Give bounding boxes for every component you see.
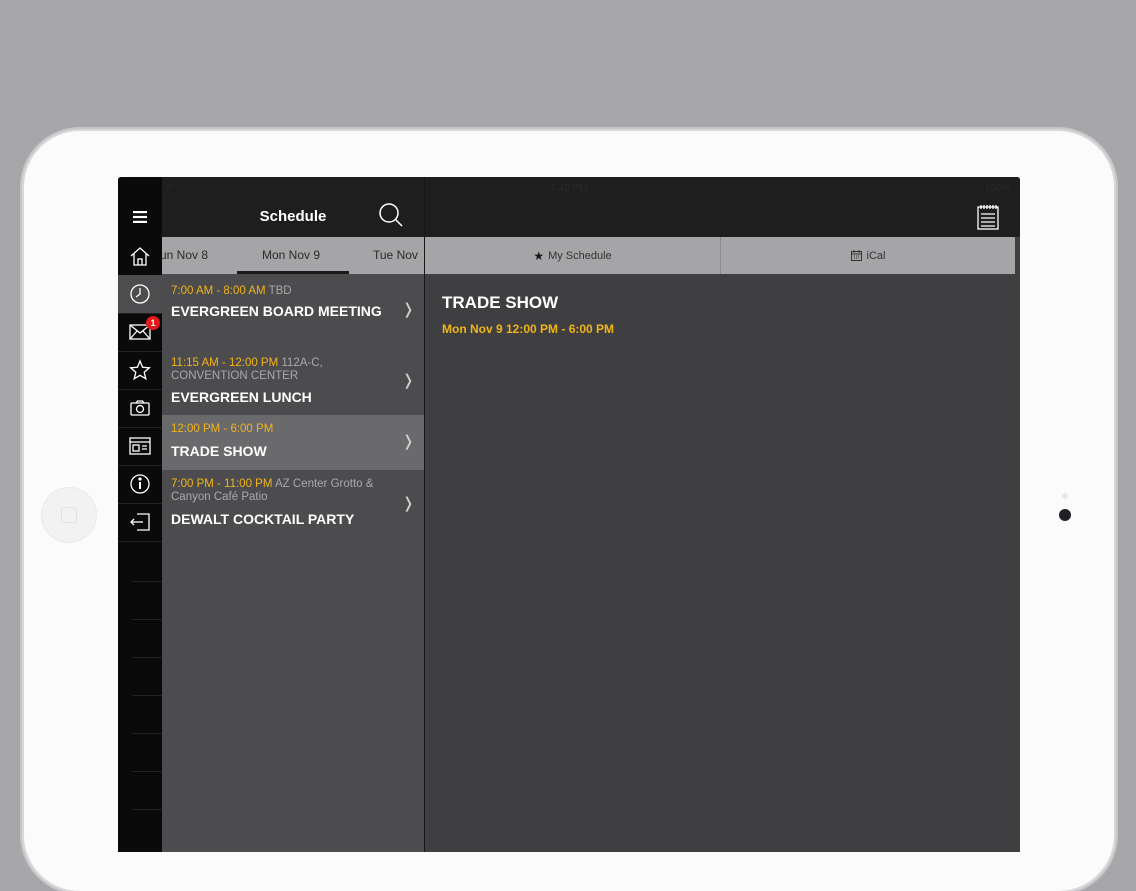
camera-icon[interactable] — [118, 389, 162, 428]
mail-icon[interactable]: 1 — [118, 313, 162, 352]
info-icon[interactable] — [118, 465, 162, 504]
tab-my-schedule[interactable]: ★ My Schedule — [425, 237, 720, 274]
rail-divider — [132, 771, 162, 772]
event-location: TBD — [268, 285, 292, 297]
list-item-selected[interactable]: 12:00 PM - 6:00 PM TRADE SHOW ❭ — [162, 415, 424, 470]
event-title: TRADE SHOW — [171, 443, 267, 459]
event-time: 7:00 PM - 11:00 PM — [171, 478, 273, 490]
event-time: 11:15 AM - 12:00 PM — [171, 357, 279, 369]
event-detail-title: TRADE SHOW — [442, 293, 559, 312]
status-bar: ? 7:40 PM 100% — [118, 177, 1020, 197]
rail-divider — [132, 809, 162, 810]
chevron-right-icon: ❭ — [402, 372, 415, 389]
chevron-right-icon: ❭ — [402, 433, 415, 450]
rail-divider — [132, 657, 162, 658]
star-icon: ★ — [533, 248, 545, 263]
battery-indicator: 100% — [984, 183, 1010, 194]
home-hardware-button[interactable] — [41, 487, 97, 543]
chevron-right-icon: ❭ — [402, 301, 415, 318]
home-icon[interactable] — [118, 237, 162, 276]
day-selector: un Nov 8 Mon Nov 9 Tue Nov — [162, 237, 424, 274]
hamburger-icon[interactable] — [118, 197, 162, 237]
list-item[interactable]: 7:00 AM - 8:00 AM TBD EVERGREEN BOARD ME… — [162, 277, 424, 349]
tab-label: iCal — [866, 249, 886, 262]
schedule-panel: Schedule un Nov 8 Mon Nov 9 Tue Nov 7:00… — [162, 177, 424, 852]
camera-dot — [1059, 509, 1071, 521]
detail-panel: ★ My Schedule iCal TRADE SHOW Mon Nov 9 … — [425, 177, 1020, 852]
clock-icon[interactable] — [118, 275, 162, 314]
day-tab-tue[interactable]: Tue Nov — [373, 248, 418, 262]
tab-label: My Schedule — [548, 249, 612, 262]
day-tab-sun[interactable]: un Nov 8 — [162, 248, 208, 262]
app-screen: 1 Schedule un Nov 8 Mon Nov 9 Tue Nov 7:… — [118, 177, 1020, 852]
browser-icon[interactable] — [118, 427, 162, 466]
event-title: DEWALT COCKTAIL PARTY — [171, 511, 355, 527]
rail-divider — [132, 619, 162, 620]
mail-badge: 1 — [146, 316, 160, 330]
day-tab-mon[interactable]: Mon Nov 9 — [262, 248, 320, 262]
selected-day-indicator — [237, 271, 349, 274]
rail-divider — [132, 733, 162, 734]
icon-rail: 1 — [118, 177, 162, 852]
search-icon[interactable] — [378, 202, 404, 228]
event-time: 12:00 PM - 6:00 PM — [171, 423, 274, 435]
list-item[interactable]: 7:00 PM - 11:00 PM AZ Center Grotto & Ca… — [162, 470, 424, 540]
tab-ical[interactable]: iCal — [721, 237, 1015, 274]
event-title: EVERGREEN LUNCH — [171, 389, 312, 405]
list-item[interactable]: 11:15 AM - 12:00 PM 112A-C, CONVENTION C… — [162, 349, 424, 415]
detail-tabbar: ★ My Schedule iCal — [425, 237, 1015, 274]
event-title: EVERGREEN BOARD MEETING — [171, 303, 382, 319]
event-time: 7:00 AM - 8:00 AM — [171, 285, 266, 297]
star-icon[interactable] — [118, 351, 162, 390]
sensor-dot — [1062, 493, 1068, 499]
event-detail-datetime: Mon Nov 9 12:00 PM - 6:00 PM — [442, 322, 615, 336]
status-time: 7:40 PM — [550, 183, 588, 194]
chevron-right-icon: ❭ — [402, 495, 415, 512]
notes-icon[interactable] — [977, 204, 999, 230]
logout-icon[interactable] — [118, 503, 162, 542]
calendar-icon — [850, 250, 862, 261]
rail-divider — [132, 581, 162, 582]
rail-divider — [132, 695, 162, 696]
